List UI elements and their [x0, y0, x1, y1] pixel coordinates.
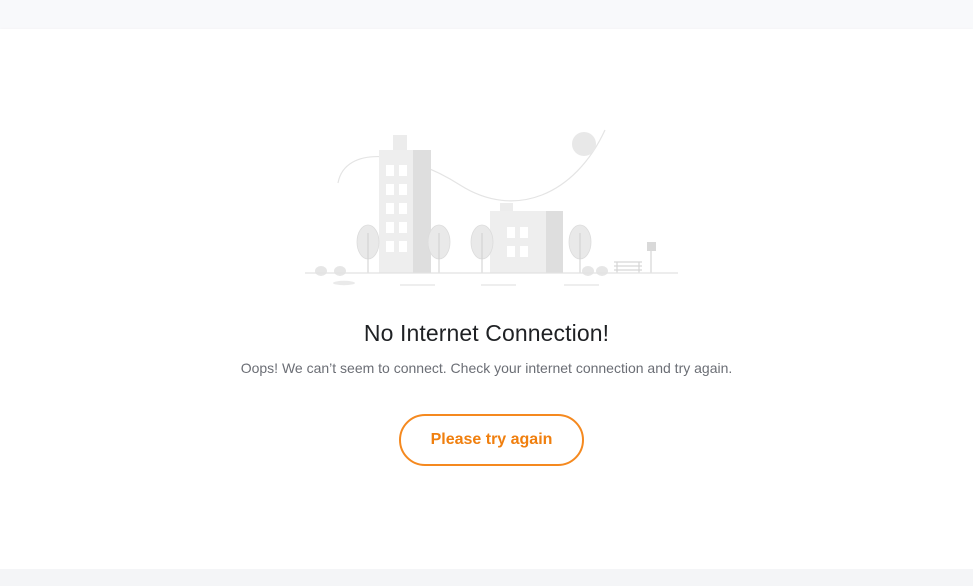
error-message: Oops! We can’t seem to connect. Check yo… — [240, 360, 733, 376]
offline-city-illustration-icon — [305, 129, 678, 286]
bottom-bar — [0, 569, 973, 586]
error-card — [0, 29, 973, 569]
top-bar — [0, 0, 973, 29]
retry-button[interactable]: Please try again — [399, 414, 584, 466]
page-title: No Internet Connection! — [363, 320, 610, 346]
